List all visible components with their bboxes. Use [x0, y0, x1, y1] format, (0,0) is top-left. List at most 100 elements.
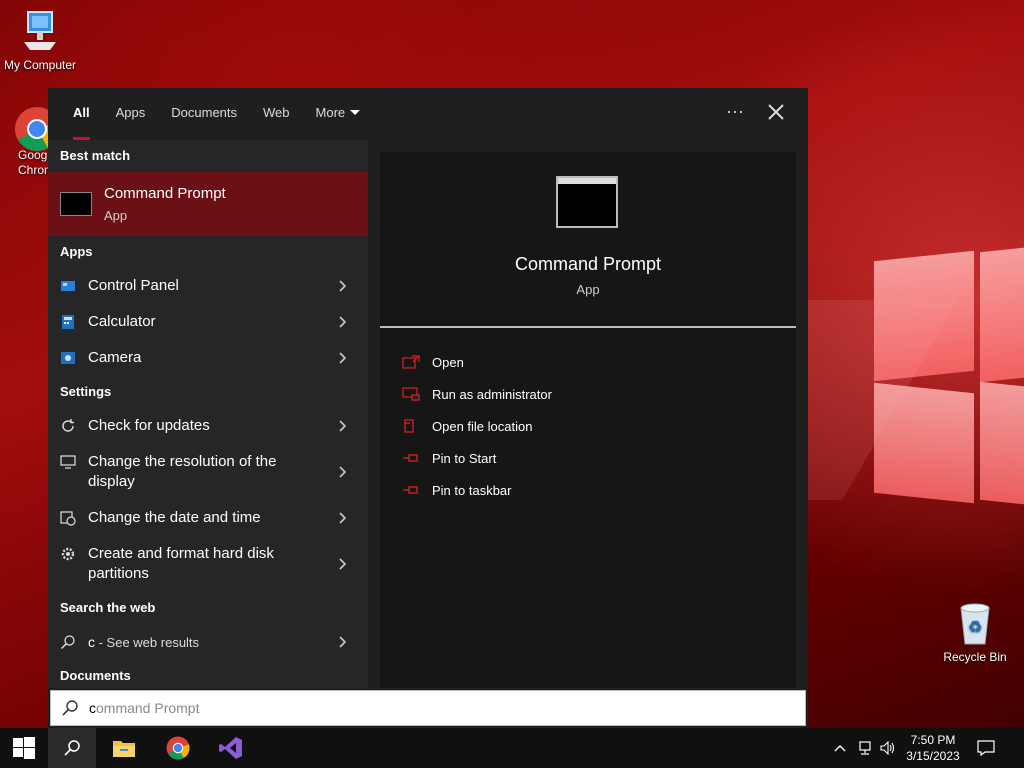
action-label: Open: [432, 354, 464, 370]
monitor-icon: [60, 455, 76, 469]
result-change-resolution[interactable]: Change the resolution of the display: [48, 444, 368, 500]
refresh-icon: [62, 419, 74, 432]
tab-apps[interactable]: Apps: [103, 88, 159, 140]
best-match-command-prompt[interactable]: Command Prompt App: [48, 172, 368, 236]
run-admin-icon: [402, 387, 420, 401]
camera-icon: [61, 352, 75, 364]
result-label: Change the resolution of the display: [88, 453, 277, 490]
open-icon: [402, 355, 420, 369]
search-autocomplete-text: ommand Prompt: [96, 700, 200, 716]
chevron-right-icon[interactable]: [336, 558, 348, 570]
section-heading-apps: Apps: [60, 244, 93, 259]
desktop-icon-my-computer[interactable]: My Computer: [0, 10, 80, 72]
divider: [380, 326, 796, 328]
control-panel-icon: [61, 281, 75, 291]
search-filter-tabs: All Apps Documents Web More: [48, 88, 808, 140]
volume-tray-button[interactable]: [877, 728, 899, 768]
action-label: Pin to Start: [432, 450, 497, 466]
results-list: Best match Command Prompt App Apps Contr…: [48, 140, 368, 688]
result-label: Create and format hard disk partitions: [88, 545, 274, 582]
action-label: Run as administrator: [432, 386, 552, 402]
result-calculator[interactable]: Calculator: [48, 304, 368, 340]
chevron-right-icon[interactable]: [336, 280, 348, 292]
result-web-search[interactable]: c - See web results: [48, 624, 368, 660]
result-label: Camera: [88, 349, 142, 366]
taskbar-google-chrome[interactable]: [154, 728, 202, 768]
search-icon: [60, 635, 75, 650]
result-label: Control Panel: [88, 277, 179, 294]
section-heading-settings: Settings: [60, 384, 112, 399]
preview-actions: Open Run as administrator Open file loca…: [402, 346, 552, 506]
chevron-right-icon[interactable]: [336, 636, 348, 648]
folder-location-icon: [404, 419, 414, 433]
section-heading-search-web: Search the web: [60, 600, 156, 615]
taskbar-search-button[interactable]: [48, 728, 96, 768]
chevron-right-icon[interactable]: [336, 466, 348, 478]
search-icon: [62, 700, 78, 716]
visual-studio-icon: [219, 737, 242, 759]
pin-icon: [403, 454, 418, 462]
preview-title: Command Prompt: [514, 254, 662, 274]
desktop-icon-label: Recycle Bin: [943, 650, 1007, 664]
search-input[interactable]: c ommand Prompt: [50, 690, 806, 726]
web-suffix: - See web results: [95, 634, 200, 650]
result-label: Check for updates: [88, 417, 210, 434]
command-prompt-icon: [60, 192, 92, 216]
taskbar-visual-studio[interactable]: [207, 728, 255, 768]
result-label: Change the date and time: [88, 509, 261, 526]
close-icon[interactable]: [764, 100, 788, 124]
action-label: Open file location: [432, 418, 533, 434]
preview-subtitle: App: [576, 282, 600, 297]
network-tray-button[interactable]: [854, 728, 876, 768]
result-control-panel[interactable]: Control Panel: [48, 268, 368, 304]
action-label: Pin to taskbar: [432, 482, 512, 498]
taskbar-clock[interactable]: 7:50 PM 3/15/2023: [900, 732, 966, 764]
network-icon: [859, 741, 871, 755]
result-check-for-updates[interactable]: Check for updates: [48, 408, 368, 444]
chevron-right-icon[interactable]: [336, 420, 348, 432]
chevron-right-icon[interactable]: [336, 512, 348, 524]
pin-icon: [403, 486, 418, 494]
section-heading-best-match: Best match: [60, 148, 131, 163]
tab-web[interactable]: Web: [250, 88, 303, 140]
best-match-title: Command Prompt: [104, 185, 226, 202]
action-center-button[interactable]: [972, 728, 1000, 768]
clock-date: 3/15/2023: [906, 749, 960, 763]
tab-more-label: More: [315, 105, 346, 120]
section-heading-documents: Documents: [60, 668, 131, 683]
calculator-icon: [62, 315, 74, 329]
web-query: c: [88, 633, 95, 650]
action-open[interactable]: Open: [402, 346, 552, 378]
tab-all[interactable]: All: [60, 88, 103, 140]
action-pin-to-start[interactable]: Pin to Start: [402, 442, 552, 474]
result-change-date-time[interactable]: Change the date and time: [48, 500, 368, 536]
desktop-icon-label: Chron: [18, 163, 51, 177]
tab-more[interactable]: More: [303, 88, 374, 140]
notification-icon: [977, 740, 995, 756]
action-pin-to-taskbar[interactable]: Pin to taskbar: [402, 474, 552, 506]
preview-pane: Command Prompt App Open Run as administr…: [380, 152, 796, 688]
action-run-as-administrator[interactable]: Run as administrator: [402, 378, 552, 410]
result-camera[interactable]: Camera: [48, 340, 368, 376]
chevron-right-icon[interactable]: [336, 316, 348, 328]
volume-icon: [880, 741, 895, 755]
action-open-file-location[interactable]: Open file location: [402, 410, 552, 442]
search-typed-text: c: [89, 700, 96, 716]
svg-text:♻: ♻: [968, 617, 982, 636]
chevron-right-icon[interactable]: [336, 352, 348, 364]
folder-icon: [113, 741, 135, 757]
ellipsis-icon[interactable]: ···: [723, 102, 747, 126]
recycle-bin-icon: ♻: [960, 603, 990, 645]
taskbar: 7:50 PM 3/15/2023: [0, 728, 1024, 768]
chevron-up-icon: [834, 745, 846, 752]
calendar-clock-icon: [60, 511, 76, 526]
chevron-down-icon: [350, 110, 361, 115]
result-label: Calculator: [88, 313, 156, 330]
desktop-icon-recycle-bin[interactable]: ♻ Recycle Bin: [936, 600, 1014, 664]
windows-icon: [13, 737, 35, 759]
result-create-format-partitions[interactable]: Create and format hard disk partitions: [48, 536, 368, 592]
start-button[interactable]: [0, 728, 48, 768]
show-hidden-icons-button[interactable]: [830, 728, 850, 768]
tab-documents[interactable]: Documents: [158, 88, 250, 140]
taskbar-file-explorer[interactable]: [100, 728, 148, 768]
